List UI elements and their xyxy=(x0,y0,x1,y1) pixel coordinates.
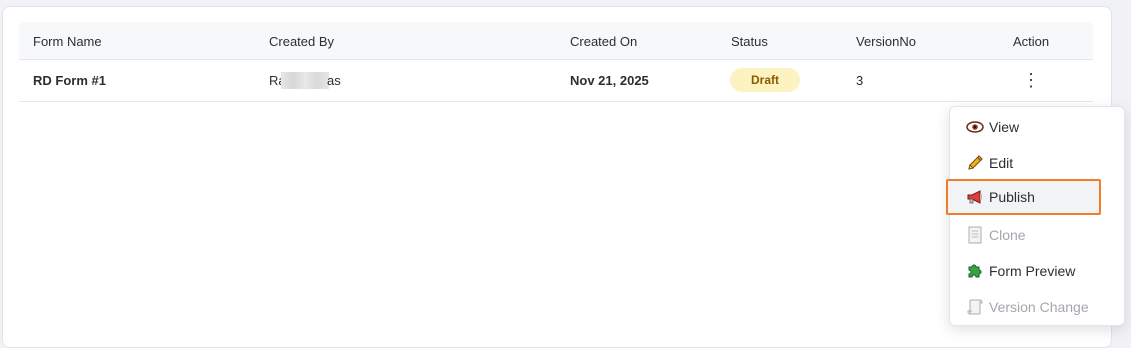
cell-version-no: 3 xyxy=(856,73,864,88)
pencil-icon xyxy=(966,154,984,172)
table-header: Form Name Created By Created On Status V… xyxy=(19,22,1093,60)
eye-icon xyxy=(966,118,984,136)
scroll-icon xyxy=(966,298,984,316)
menu-item-label: View xyxy=(989,119,1020,135)
header-action: Action xyxy=(1013,34,1050,49)
menu-item-label: Publish xyxy=(989,189,1035,205)
menu-item-view[interactable]: View xyxy=(950,109,1124,145)
row-actions-menu: View Edit Publish Clone Form Preview Ver… xyxy=(946,106,1125,326)
row-actions-kebab-icon[interactable]: ⋮ xyxy=(1022,68,1040,92)
menu-item-label: Clone xyxy=(989,227,1026,243)
header-status: Status xyxy=(731,34,768,49)
megaphone-icon xyxy=(966,188,984,206)
header-created-by: Created By xyxy=(269,34,335,49)
menu-item-version-change[interactable]: Version Change xyxy=(950,289,1124,325)
table-row: RD Form #1 Ra as Nov 21, 2025 Draft 3 ⋮ xyxy=(19,60,1093,102)
status-badge: Draft xyxy=(730,68,800,92)
cell-created-on: Nov 21, 2025 xyxy=(570,73,649,88)
puzzle-icon xyxy=(966,262,984,280)
header-form-name: Form Name xyxy=(33,34,102,49)
forms-table: Form Name Created By Created On Status V… xyxy=(19,22,1093,102)
cell-form-name: RD Form #1 xyxy=(33,73,106,88)
menu-item-clone[interactable]: Clone xyxy=(950,217,1124,253)
header-version-no: VersionNo xyxy=(856,34,916,49)
redacted-name-blur xyxy=(281,72,329,89)
menu-item-label: Edit xyxy=(989,155,1014,171)
cell-created-by-end: as xyxy=(327,73,341,88)
document-icon xyxy=(966,226,984,244)
menu-item-label: Form Preview xyxy=(989,263,1076,279)
header-created-on: Created On xyxy=(570,34,638,49)
menu-item-edit[interactable]: Edit xyxy=(950,145,1124,181)
menu-item-form-preview[interactable]: Form Preview xyxy=(950,253,1124,289)
menu-item-label: Version Change xyxy=(989,299,1089,315)
menu-item-publish[interactable]: Publish xyxy=(946,179,1101,215)
